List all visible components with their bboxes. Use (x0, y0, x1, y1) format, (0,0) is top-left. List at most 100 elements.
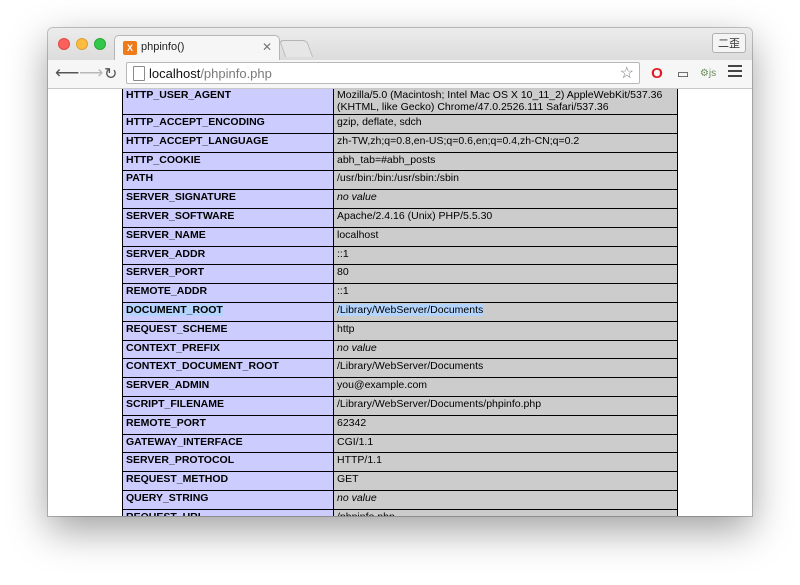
env-key: SERVER_PROTOCOL (126, 454, 235, 467)
env-value: no value (337, 191, 377, 204)
env-key-cell: REQUEST_URI (122, 508, 334, 516)
env-value: ::1 (337, 285, 349, 298)
env-key: GATEWAY_INTERFACE (126, 435, 243, 448)
env-value-cell: no value (333, 189, 678, 209)
env-value: GET (337, 473, 359, 486)
env-value: zh-TW,zh;q=0.8,en-US;q=0.6,en;q=0.4,zh-C… (337, 134, 580, 147)
env-key: CONTEXT_PREFIX (126, 341, 220, 354)
title-bar: X phpinfo() ✕ 二歪 (48, 28, 752, 61)
env-key-cell: REQUEST_SCHEME (122, 320, 334, 341)
js-extension-icon[interactable]: ⚙js (699, 65, 717, 83)
table-row: REQUEST_URI/phpinfo.php (122, 508, 678, 516)
env-value-cell: 80 (333, 264, 678, 285)
env-value-cell: gzip, deflate, sdch (333, 114, 678, 134)
environment-table: HTTP_USER_AGENT Mozilla/5.0 (Macintosh; I… (122, 89, 678, 516)
env-key: SCRIPT_FILENAME (126, 397, 225, 410)
env-key: HTTP_ACCEPT_LANGUAGE (126, 134, 269, 147)
env-value-cell: Mozilla/5.0 (Macintosh; Intel Mac OS X 1… (333, 89, 678, 115)
env-key-cell: REMOTE_PORT (122, 414, 334, 435)
env-key-cell: SERVER_SIGNATURE (122, 189, 334, 209)
tab-title: phpinfo() (141, 41, 185, 53)
reload-icon[interactable]: ↻ (104, 64, 117, 84)
env-key-cell: SERVER_SOFTWARE (122, 207, 334, 228)
env-key-cell: CONTEXT_DOCUMENT_ROOT (122, 358, 334, 379)
tab-phpinfo[interactable]: X phpinfo() ✕ (114, 35, 280, 61)
table-row: SERVER_SOFTWARE Apache/2.4.16 (Unix) PHP/… (122, 207, 678, 228)
table-row: HTTP_ACCEPT_ENCODING gzip, deflate, sdch (122, 114, 678, 134)
env-key: SERVER_PORT (126, 266, 204, 279)
env-key: QUERY_STRING (126, 491, 209, 504)
env-key: REQUEST_SCHEME (126, 322, 228, 335)
table-row: SERVER_NAME localhost (122, 226, 678, 247)
table-row: DOCUMENT_ROOT/Library/WebServer/Document… (122, 301, 678, 322)
env-value: abh_tab=#abh_posts (337, 153, 436, 166)
env-value: ::1 (337, 247, 349, 260)
url-text: localhost/phpinfo.php (149, 66, 272, 81)
bookmark-star-icon[interactable]: ☆ (620, 63, 634, 83)
env-value: gzip, deflate, sdch (337, 116, 422, 128)
menu-icon[interactable] (728, 65, 742, 80)
env-value: 80 (337, 266, 349, 279)
env-value-cell: abh_tab=#abh_posts (333, 151, 678, 172)
xampp-icon: X (123, 41, 137, 55)
env-value: /Library/WebServer/Documents (337, 303, 484, 316)
table-row: REMOTE_ADDR::1 (122, 283, 678, 303)
forward-arrow-icon[interactable]: ⟶ (79, 63, 103, 83)
table-row: SERVER_ADMIN you@example.com (122, 377, 678, 397)
env-key: HTTP_COOKIE (126, 153, 201, 166)
url-host: localhost (149, 66, 201, 81)
env-value-cell: /phpinfo.php (333, 508, 678, 516)
env-key: REQUEST_METHOD (126, 473, 229, 486)
env-value-cell: you@example.com (333, 377, 678, 397)
window-minimize-button[interactable] (76, 38, 88, 50)
window-close-button[interactable] (58, 38, 70, 50)
env-value: /phpinfo.php (337, 511, 395, 516)
table-row: SERVER_SIGNATURE no value (122, 189, 678, 209)
table-row: SERVER_ADDR::1 (122, 245, 678, 266)
opera-extension-icon[interactable]: O (648, 65, 666, 83)
table-row: CONTEXT_PREFIX no value (122, 339, 678, 360)
env-key-cell: SERVER_NAME (122, 226, 334, 247)
table-row: SCRIPT_FILENAME/Library/WebServer/Docume… (122, 395, 678, 416)
new-tab-button[interactable] (278, 40, 314, 57)
env-key-cell: SERVER_ADMIN (122, 377, 334, 397)
cast-icon[interactable]: ▭ (674, 65, 692, 83)
browser-toolbar: ⟵ ⟶ ↻ localhost/phpinfo.php ☆ O ▭ ⚙js (48, 60, 752, 89)
profile-button[interactable]: 二歪 (712, 33, 746, 53)
env-value-cell: 62342 (333, 414, 678, 435)
env-value: CGI/1.1 (337, 435, 374, 448)
env-key: REQUEST_URI (126, 511, 201, 516)
table-row: GATEWAY_INTERFACE CGI/1.1 (122, 433, 678, 454)
env-value-cell: /Library/WebServer/Documents (333, 301, 678, 322)
env-key: SERVER_ADMIN (126, 379, 210, 392)
page-icon (133, 66, 145, 81)
window-maximize-button[interactable] (94, 38, 106, 50)
env-value-cell: ::1 (333, 283, 678, 303)
table-row: SERVER_PROTOCOL HTTP/1.1 (122, 452, 678, 473)
env-value-cell: GET (333, 471, 678, 491)
env-key: REMOTE_PORT (126, 416, 206, 429)
address-bar[interactable]: localhost/phpinfo.php ☆ (126, 62, 640, 84)
env-key-cell: QUERY_STRING (122, 489, 334, 510)
env-key-cell: REMOTE_ADDR (122, 283, 334, 303)
env-key-cell: REQUEST_METHOD (122, 471, 334, 491)
env-key: SERVER_ADDR (126, 247, 206, 260)
back-arrow-icon[interactable]: ⟵ (55, 63, 79, 83)
env-key: CONTEXT_DOCUMENT_ROOT (126, 360, 279, 373)
env-key-cell: HTTP_ACCEPT_LANGUAGE (122, 132, 334, 153)
env-value-cell: no value (333, 339, 678, 360)
env-value: http (337, 322, 355, 335)
env-value: Mozilla/5.0 (Macintosh; Intel Mac OS X 1… (337, 89, 663, 113)
close-tab-icon[interactable]: ✕ (262, 40, 272, 54)
table-row: HTTP_COOKIE abh_tab=#abh_posts (122, 151, 678, 172)
table-row: QUERY_STRING no value (122, 489, 678, 510)
table-row: REQUEST_SCHEME http (122, 320, 678, 341)
table-row: SERVER_PORT 80 (122, 264, 678, 285)
url-path: /phpinfo.php (200, 66, 272, 81)
env-key-cell: SERVER_ADDR (122, 245, 334, 266)
table-row: CONTEXT_DOCUMENT_ROOT/Library/WebServer/… (122, 358, 678, 379)
env-key-cell: CONTEXT_PREFIX (122, 339, 334, 360)
table-row: REMOTE_PORT 62342 (122, 414, 678, 435)
env-value-cell: http (333, 320, 678, 341)
env-key: HTTP_USER_AGENT (126, 89, 232, 101)
